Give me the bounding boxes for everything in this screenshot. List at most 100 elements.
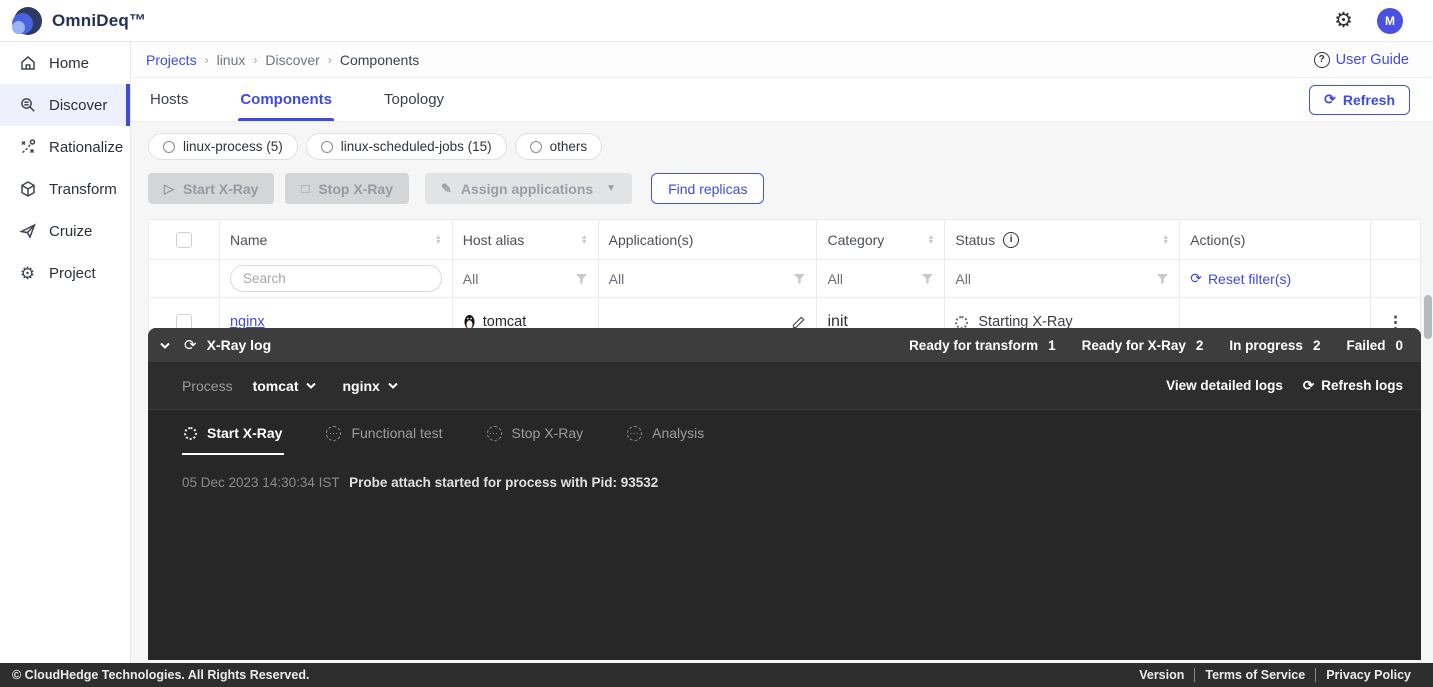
sidebar-item-transform[interactable]: Transform — [0, 168, 130, 210]
collapse-chevron-icon[interactable] — [160, 342, 170, 349]
sidebar-item-rationalize[interactable]: Rationalize — [0, 126, 130, 168]
counter-value: 2 — [1312, 337, 1321, 353]
chip-linux-process[interactable]: linux-process (5) — [148, 133, 298, 160]
xray-counters: Ready for transform 1 Ready for X-Ray 2 … — [909, 338, 1403, 353]
assign-applications-button[interactable]: ✎ Assign applications ▼ — [425, 173, 633, 204]
process-dropdown-tomcat[interactable]: tomcat — [253, 378, 317, 394]
refresh-button[interactable]: ⟳ Refresh — [1309, 84, 1410, 115]
counter-failed[interactable]: Failed 0 — [1346, 338, 1403, 353]
user-guide-link[interactable]: ? User Guide — [1313, 51, 1409, 68]
action-buttons: ▷ Start X-Ray □ Stop X-Ray ✎ Assign appl… — [148, 173, 765, 204]
edit-pencil-icon[interactable] — [792, 315, 806, 329]
spinner-icon — [955, 315, 969, 329]
column-header-name: Name — [229, 231, 268, 248]
pending-icon: ⋯ — [326, 425, 342, 441]
xray-tab-analysis[interactable]: ⋯ Analysis — [625, 410, 706, 455]
table-header-row: Name ▲ ▼ Host alias ▲ ▼ Application(s) Cat… — [149, 220, 1421, 260]
user-avatar[interactable]: M — [1377, 7, 1403, 34]
column-header-status: Status — [955, 231, 996, 248]
xray-tabs: Start X-Ray ⋯ Functional test ⋯ Stop X-R… — [148, 410, 1421, 455]
category-filter-dropdown[interactable]: All — [827, 271, 934, 287]
process-dropdown-nginx[interactable]: nginx — [342, 378, 398, 394]
chevron-down-icon — [388, 382, 398, 389]
sidebar-item-label: Transform — [49, 180, 117, 198]
counter-ready-for-xray[interactable]: Ready for X-Ray 2 — [1082, 338, 1204, 353]
start-xray-button[interactable]: ▷ Start X-Ray — [148, 173, 275, 204]
sort-icon[interactable]: ▲ ▼ — [1156, 234, 1169, 246]
breadcrumb-separator: › — [327, 52, 332, 67]
refresh-logs-link[interactable]: ⟳ Refresh logs — [1303, 378, 1403, 394]
chevron-down-icon: ▼ — [606, 183, 617, 194]
footer-link-version[interactable]: Version — [1129, 668, 1194, 682]
filter-chips: linux-process (5) linux-scheduled-jobs (… — [148, 133, 603, 160]
sort-icon[interactable]: ▲ ▼ — [429, 234, 442, 246]
column-header-applications: Application(s) — [608, 231, 694, 248]
status-info-icon[interactable]: i — [1003, 231, 1020, 248]
footer-link-terms[interactable]: Terms of Service — [1194, 668, 1315, 682]
breadcrumb-separator: › — [204, 52, 209, 67]
xray-tab-start-xray[interactable]: Start X-Ray — [182, 410, 285, 455]
footer: © CloudHedge Technologies. All Rights Re… — [0, 663, 1433, 687]
view-detailed-logs-link[interactable]: View detailed logs — [1166, 378, 1283, 393]
counter-value: 2 — [1195, 337, 1204, 353]
status-filter-dropdown[interactable]: All — [955, 271, 1169, 287]
process-label: Process — [182, 377, 233, 394]
strategy-icon — [18, 138, 37, 157]
settings-gear-icon[interactable]: ⚙ — [1334, 10, 1353, 31]
sidebar-item-home[interactable]: Home — [0, 42, 130, 84]
stop-icon: □ — [301, 181, 310, 196]
counter-in-progress[interactable]: In progress 2 — [1229, 338, 1320, 353]
play-icon: ▷ — [164, 180, 174, 196]
chip-linux-scheduled-jobs[interactable]: linux-scheduled-jobs (15) — [305, 133, 507, 160]
vertical-scrollbar[interactable] — [1424, 295, 1432, 339]
funnel-icon — [794, 273, 806, 284]
find-replicas-button[interactable]: Find replicas — [651, 173, 765, 204]
xray-log-panel: ⟳ X-Ray log Ready for transform 1 Ready … — [148, 328, 1421, 660]
name-search-input[interactable] — [229, 265, 442, 292]
breadcrumb-projects[interactable]: Projects — [146, 52, 197, 68]
xray-tab-functional-test[interactable]: ⋯ Functional test — [324, 410, 444, 455]
funnel-icon — [922, 273, 934, 284]
counter-value: 0 — [1395, 337, 1403, 353]
xray-tab-stop-xray[interactable]: ⋯ Stop X-Ray — [485, 410, 586, 455]
sidebar-item-project[interactable]: ⚙ Project — [0, 252, 130, 294]
home-icon — [18, 54, 37, 73]
column-header-host-alias: Host alias — [462, 231, 525, 248]
stop-xray-button[interactable]: □ Stop X-Ray — [285, 173, 410, 204]
select-all-checkbox[interactable] — [175, 231, 192, 248]
log-message: Probe attach started for process with Pi… — [349, 475, 659, 490]
spinner-icon — [184, 426, 197, 440]
column-header-category: Category — [827, 231, 885, 248]
breadcrumb-separator: › — [253, 52, 258, 67]
sidebar-item-cruize[interactable]: Cruize — [0, 210, 130, 252]
tab-hosts[interactable]: Hosts — [148, 78, 190, 121]
applications-filter-dropdown[interactable]: All — [609, 271, 807, 287]
sidebar-item-label: Cruize — [49, 222, 93, 240]
xray-log-output: 05 Dec 2023 14:30:34 IST Probe attach st… — [148, 455, 1421, 490]
funnel-icon — [575, 273, 587, 284]
refresh-icon: ⟳ — [1324, 91, 1336, 107]
host-alias-filter-dropdown[interactable]: All — [463, 271, 588, 287]
reset-filters-link[interactable]: ⟳ Reset filter(s) — [1190, 270, 1291, 287]
sort-icon[interactable]: ▲ ▼ — [921, 234, 934, 246]
pending-icon: ⋯ — [486, 425, 502, 441]
breadcrumb-linux[interactable]: linux — [217, 52, 246, 68]
sidebar-item-discover[interactable]: Discover — [0, 84, 130, 126]
column-header-actions: Action(s) — [1190, 231, 1246, 248]
table-filter-row: All All All All ⟳ Reset filt — [149, 260, 1421, 298]
sidebar: Home Discover Rationalize Transform Crui… — [0, 42, 131, 663]
sort-icon[interactable]: ▲ ▼ — [575, 234, 588, 246]
tab-topology[interactable]: Topology — [382, 78, 446, 121]
refresh-icon: ⟳ — [1302, 377, 1315, 393]
chip-others[interactable]: others — [514, 133, 603, 160]
footer-link-privacy[interactable]: Privacy Policy — [1315, 668, 1421, 682]
components-table: Name ▲ ▼ Host alias ▲ ▼ Application(s) Cat… — [148, 219, 1421, 346]
log-timestamp: 05 Dec 2023 14:30:34 IST — [182, 475, 340, 490]
cube-icon — [18, 180, 37, 199]
breadcrumb-discover[interactable]: Discover — [265, 52, 319, 68]
sidebar-item-label: Home — [49, 54, 90, 72]
counter-ready-for-transform[interactable]: Ready for transform 1 — [909, 338, 1056, 353]
top-bar: OmniDeq™ ⚙ M — [0, 0, 1433, 42]
counter-value: 1 — [1048, 337, 1056, 353]
tab-components[interactable]: Components — [238, 78, 334, 121]
